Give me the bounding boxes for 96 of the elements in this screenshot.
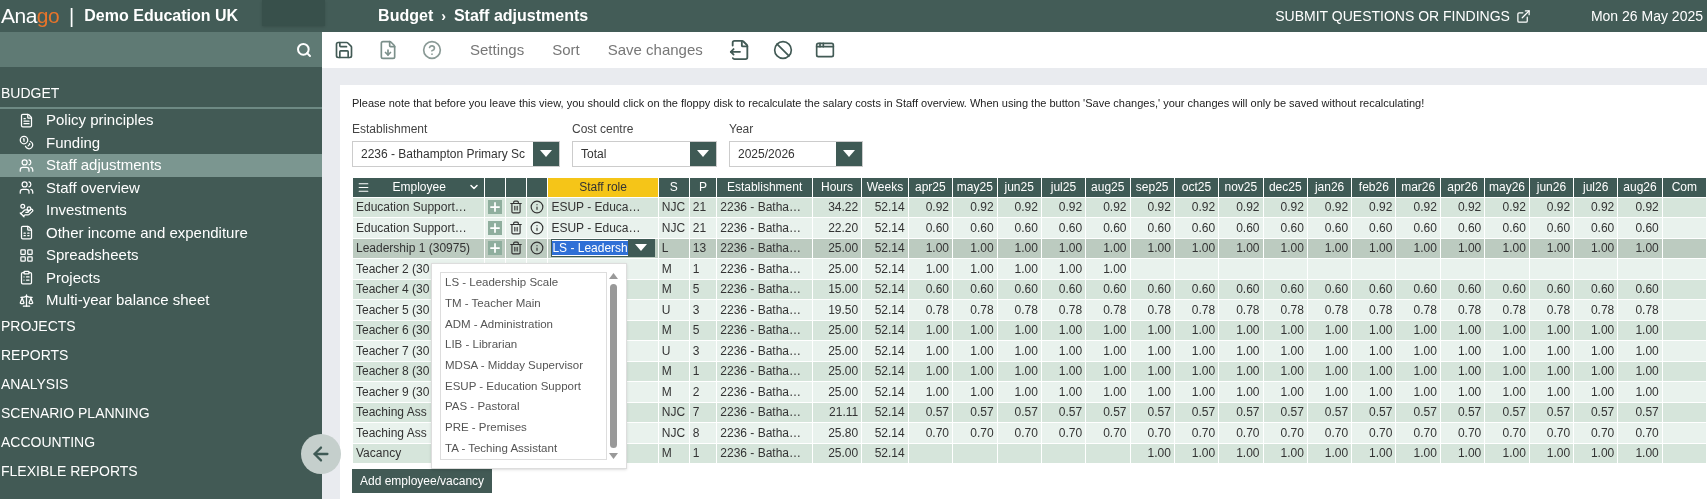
column-header[interactable]: mar26 xyxy=(1395,177,1441,197)
column-header[interactable]: jul26 xyxy=(1573,177,1618,197)
download-icon[interactable] xyxy=(378,40,398,60)
help-icon[interactable] xyxy=(422,40,442,60)
collapse-button[interactable] xyxy=(301,434,341,474)
sidebar-section[interactable]: SCENARIO PLANNING xyxy=(1,402,150,424)
trash-icon[interactable] xyxy=(509,220,524,235)
organisation-name: Demo Education UK xyxy=(84,6,239,26)
sidebar-item[interactable]: Other income and expenditure xyxy=(0,221,322,244)
column-header[interactable]: may25 xyxy=(952,177,998,197)
separator-label: | xyxy=(69,4,75,29)
clipboard-icon xyxy=(19,270,34,286)
column-header[interactable]: P xyxy=(689,177,717,197)
column-header[interactable]: jan26 xyxy=(1307,177,1352,197)
table-cell: ESUP - Educa… xyxy=(551,220,641,235)
breadcrumb-link[interactable]: Budget xyxy=(378,4,434,28)
field-label: Establishment xyxy=(352,120,429,138)
sidebar-item[interactable]: Investments xyxy=(0,199,322,222)
sidebar-item[interactable]: Projects xyxy=(0,266,322,289)
trash-icon[interactable] xyxy=(509,200,524,215)
caret-icon[interactable] xyxy=(627,240,654,257)
table-cell[interactable]: Leadership 1 (30975) xyxy=(352,238,485,259)
sidebar-section[interactable]: BUDGET xyxy=(1,83,60,104)
page-title: Staff adjustments xyxy=(453,6,589,26)
column-header[interactable]: may26 xyxy=(1484,177,1530,197)
arrow-down-icon[interactable] xyxy=(609,451,618,460)
date-label: Mon 26 May 2025 xyxy=(1590,6,1703,26)
sidebar-item[interactable]: Policy principles xyxy=(0,109,322,132)
add-employee-button[interactable]: Add employee/vacancy xyxy=(352,469,493,493)
document-icon xyxy=(19,225,34,241)
table-cell[interactable]: Education Support… xyxy=(352,217,485,238)
role-select[interactable]: LS - Leadersh xyxy=(551,239,655,258)
document-icon xyxy=(19,112,34,128)
column-header[interactable]: sep25 xyxy=(1130,177,1175,197)
column-header[interactable]: Establishment xyxy=(716,177,813,197)
notice-text: Please note that before you leave this view, you should click on the floppy disk to recalculate the salary costs in Staff overview. When using the button 'Save changes,' your changes will only be saved without recalculating! xyxy=(352,96,1426,111)
column-header[interactable]: aug26 xyxy=(1617,177,1663,197)
coins-icon xyxy=(19,135,34,151)
toolbar-button[interactable]: Sort xyxy=(552,38,580,62)
toolbar-button[interactable]: Save changes xyxy=(607,38,703,62)
column-header[interactable]: Weeks xyxy=(861,177,909,197)
table-cell: ESUP - Educa… xyxy=(551,200,641,215)
scrollbar[interactable] xyxy=(609,271,618,460)
export-icon[interactable] xyxy=(728,39,751,61)
trash-icon[interactable] xyxy=(509,241,524,256)
column-header[interactable]: nov25 xyxy=(1218,177,1264,197)
sidebar-section[interactable]: REPORTS xyxy=(1,344,69,366)
field-label: Cost centre xyxy=(572,120,635,138)
toolbar-button[interactable]: Settings xyxy=(470,38,525,62)
select-field[interactable]: Total xyxy=(572,140,717,167)
menu-icon[interactable] xyxy=(357,180,370,194)
external-link-icon xyxy=(1515,8,1531,24)
column-header[interactable]: Hours xyxy=(812,177,862,197)
column-header[interactable]: jun26 xyxy=(1529,177,1574,197)
info-icon[interactable] xyxy=(530,200,545,215)
column-header[interactable]: apr25 xyxy=(908,177,953,197)
column-header[interactable]: S xyxy=(658,177,690,197)
breadcrumb-separator: › xyxy=(441,6,446,26)
select-field[interactable]: 2236 - Bathampton Primary Sc xyxy=(352,140,560,167)
caret-icon[interactable] xyxy=(533,141,559,166)
sidebar-item[interactable]: Spreadsheets xyxy=(0,244,322,267)
sidebar-section[interactable]: FLEXIBLE REPORTS xyxy=(1,460,138,482)
grid-icon xyxy=(19,247,34,263)
people-icon xyxy=(19,180,34,196)
ban-icon[interactable] xyxy=(772,40,793,60)
sidebar-item[interactable]: Funding xyxy=(0,131,322,154)
submit-link[interactable]: SUBMIT QUESTIONS OR FINDINGS xyxy=(1275,5,1510,27)
column-header[interactable]: Com xyxy=(1662,177,1707,197)
logo: Anago xyxy=(1,3,60,30)
window-icon[interactable] xyxy=(814,40,835,60)
sidebar-section[interactable]: PROJECTS xyxy=(1,315,76,337)
search-icon xyxy=(296,41,312,58)
scale-icon xyxy=(19,292,34,308)
column-header[interactable]: oct25 xyxy=(1174,177,1219,197)
field-label: Year xyxy=(729,120,755,138)
sidebar-item[interactable]: Staff overview xyxy=(0,176,322,199)
column-header[interactable]: Employee xyxy=(352,177,485,197)
table-cell[interactable]: Education Support… xyxy=(352,197,485,218)
column-header[interactable]: apr26 xyxy=(1440,177,1485,197)
caret-icon[interactable] xyxy=(690,141,716,166)
sidebar-item[interactable]: Multi-year balance sheet xyxy=(0,289,322,312)
column-header[interactable]: feb26 xyxy=(1351,177,1396,197)
column-header[interactable]: dec25 xyxy=(1263,177,1308,197)
arrow-up-icon[interactable] xyxy=(609,271,618,280)
select-field[interactable]: 2025/2026 xyxy=(729,140,863,167)
hand-box-icon xyxy=(19,202,34,218)
sidebar-section[interactable]: ANALYSIS xyxy=(1,373,69,395)
people-icon xyxy=(19,157,34,173)
caret-icon[interactable] xyxy=(836,141,862,166)
column-header[interactable]: jul25 xyxy=(1041,177,1086,197)
sidebar-section[interactable]: ACCOUNTING xyxy=(1,431,96,453)
column-header[interactable]: Staff role xyxy=(547,177,659,197)
info-icon[interactable] xyxy=(530,220,545,235)
column-header[interactable]: aug25 xyxy=(1085,177,1130,197)
info-icon[interactable] xyxy=(530,241,545,256)
column-header[interactable]: jun25 xyxy=(997,177,1042,197)
